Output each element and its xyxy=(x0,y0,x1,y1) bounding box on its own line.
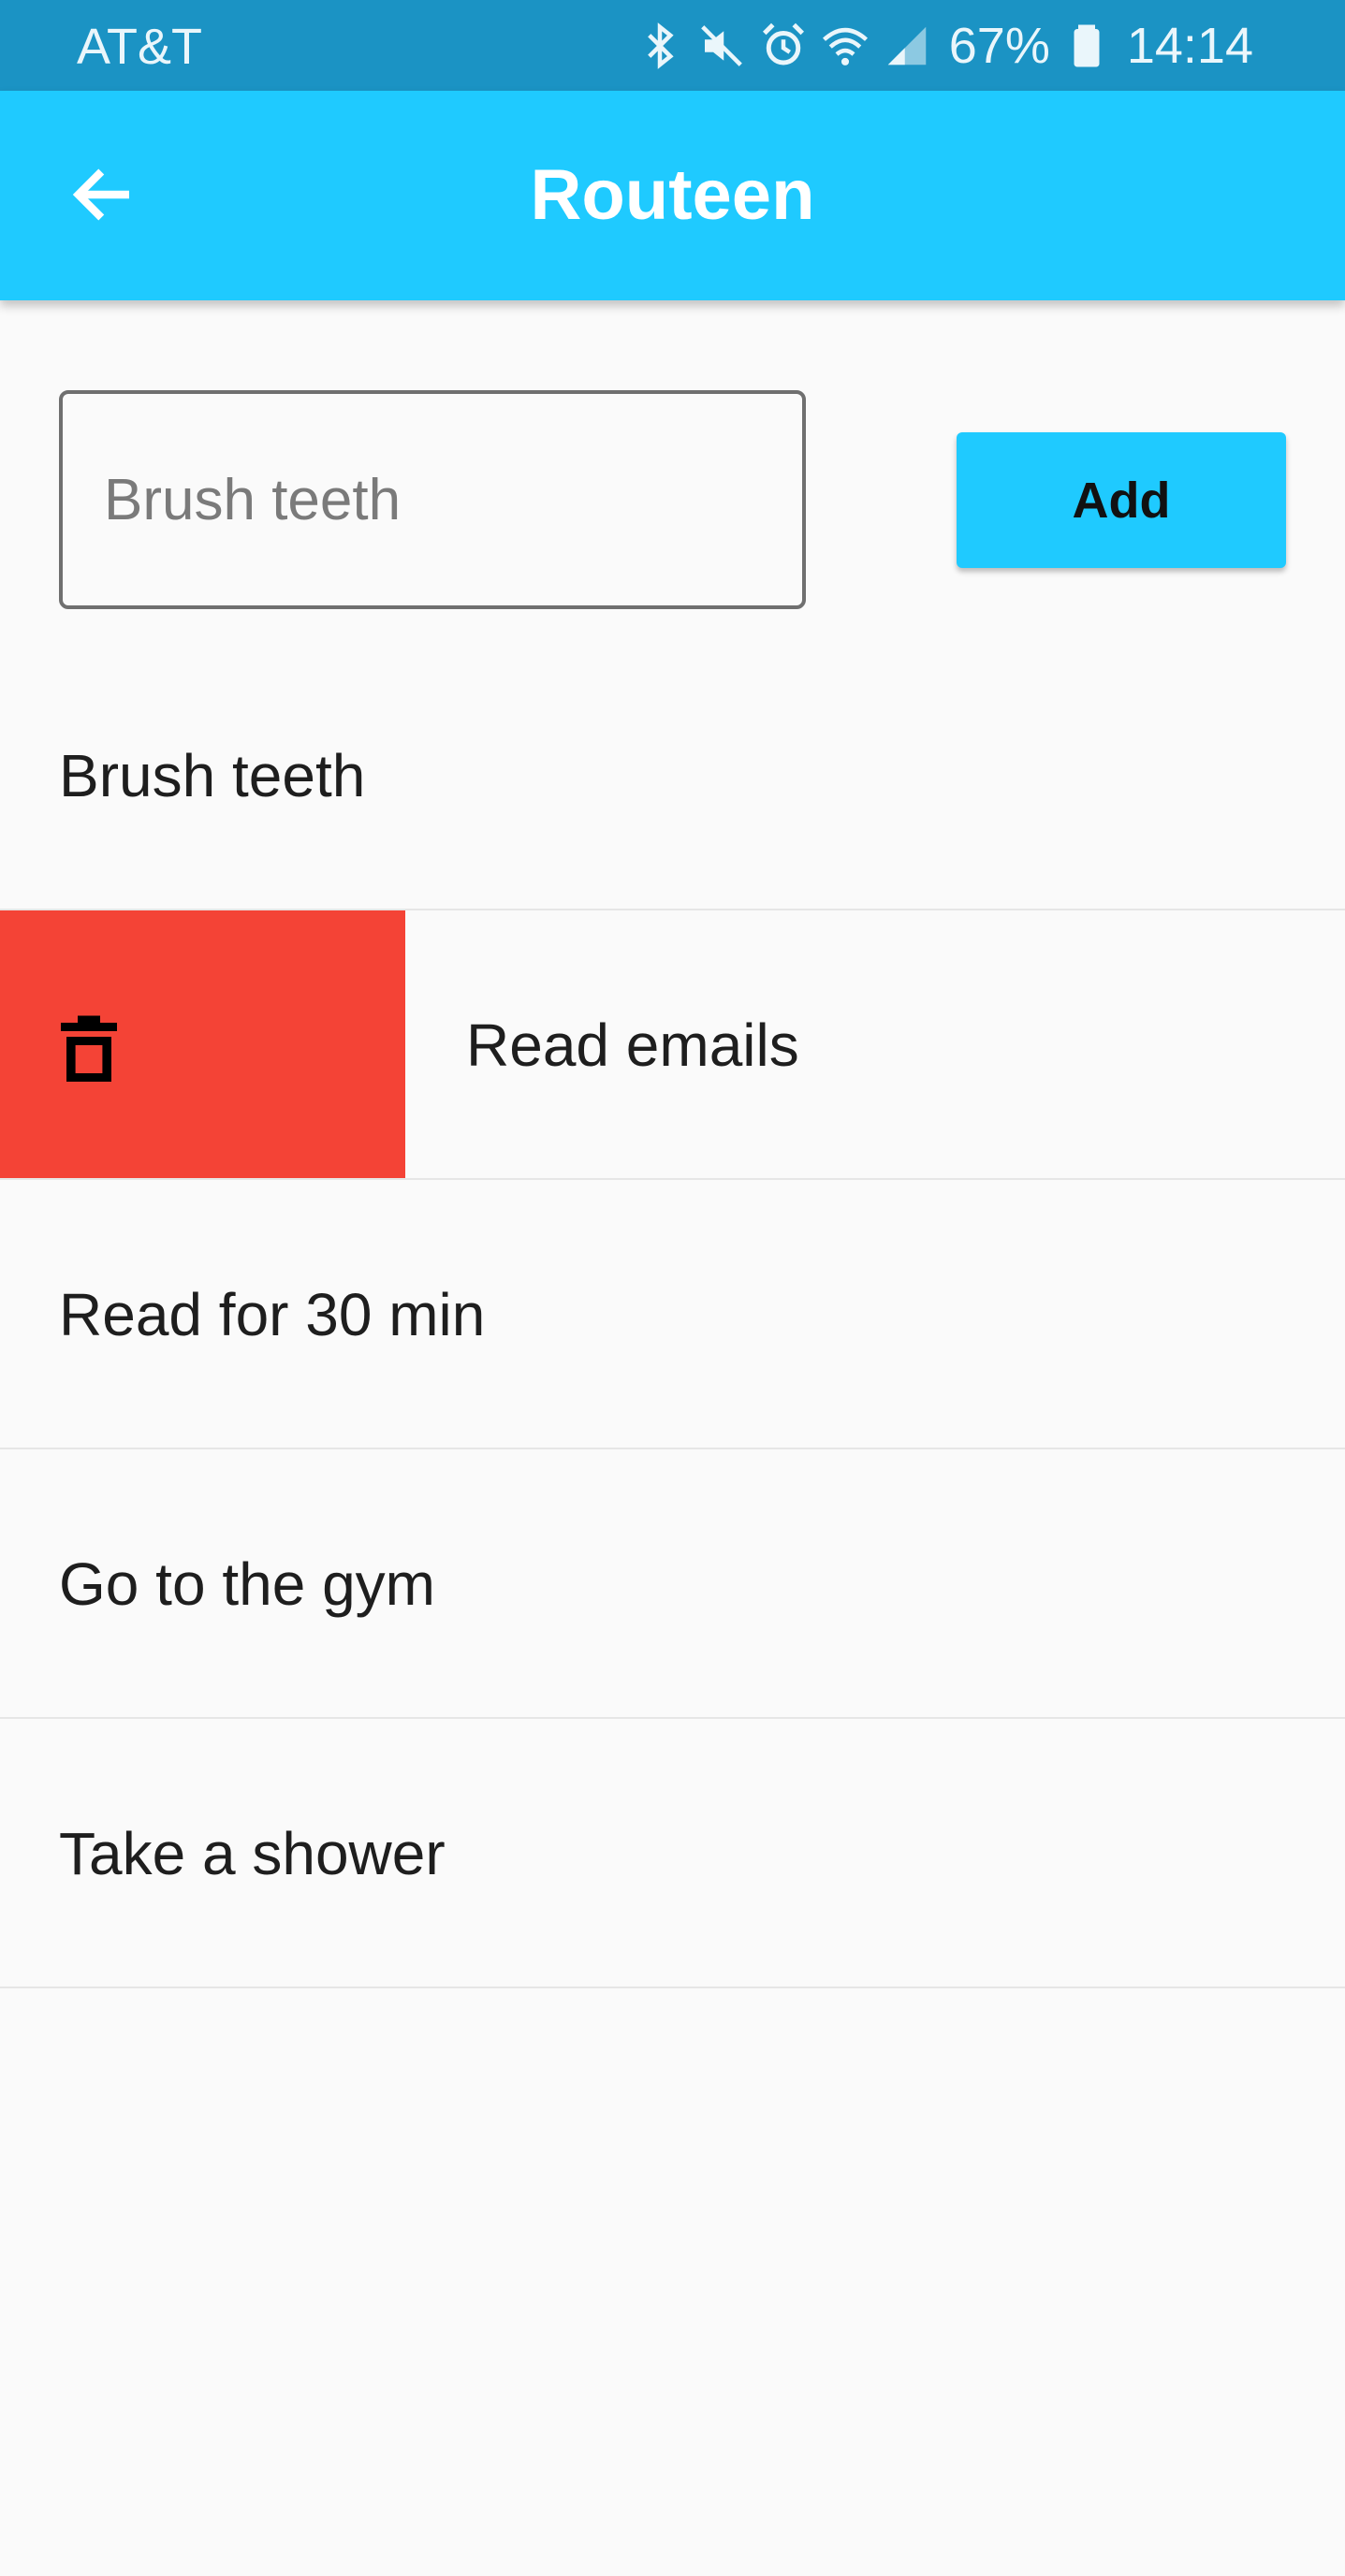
status-icons: 67% 14:14 xyxy=(635,17,1253,75)
arrow-back-icon xyxy=(72,168,129,221)
bluetooth-icon xyxy=(635,21,685,71)
list-item-label: Read emails xyxy=(466,1011,799,1079)
list-item[interactable]: Go to the gym xyxy=(0,1449,1345,1719)
list-item-label: Go to the gym xyxy=(59,1550,435,1618)
status-bar: AT&T 67% 14:14 xyxy=(0,0,1345,91)
carrier-label: AT&T xyxy=(77,19,202,75)
battery-icon xyxy=(1061,21,1112,71)
battery-percent: 67% xyxy=(948,18,1050,74)
list-item-label: Take a shower xyxy=(59,1820,446,1887)
list-item[interactable]: Brush teeth xyxy=(0,641,1345,910)
add-button[interactable]: Add xyxy=(957,432,1286,568)
wifi-icon xyxy=(820,21,870,71)
list-item[interactable]: Read for 30 min xyxy=(0,1180,1345,1449)
app-bar: Routeen xyxy=(0,91,1345,300)
list-item[interactable]: Take a shower xyxy=(0,1719,1345,1988)
task-list: Brush teeth Read emails Read for 30 min … xyxy=(0,641,1345,1988)
delete-action[interactable] xyxy=(0,910,405,1178)
task-input[interactable] xyxy=(59,390,806,609)
signal-icon xyxy=(882,21,932,71)
alarm-icon xyxy=(758,21,809,71)
list-item-swiped[interactable]: Read emails xyxy=(0,910,1345,1180)
list-item-label: Read for 30 min xyxy=(59,1281,486,1348)
app-title: Routeen xyxy=(530,155,815,235)
clock: 14:14 xyxy=(1126,18,1253,74)
trash-icon xyxy=(61,1015,117,1082)
back-button[interactable] xyxy=(51,143,154,246)
mute-icon xyxy=(696,21,747,71)
list-item-label: Brush teeth xyxy=(59,742,366,809)
